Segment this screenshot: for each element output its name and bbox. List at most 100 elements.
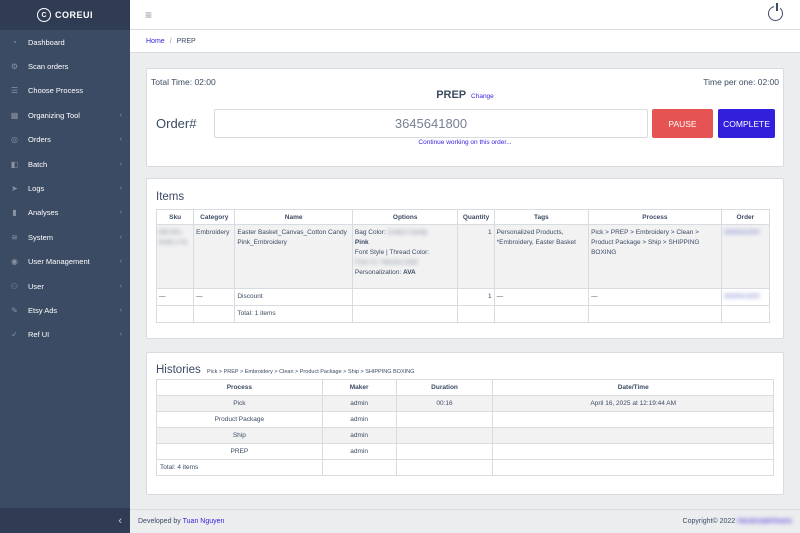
copyright-label: Copyright© 2022	[682, 518, 736, 525]
breadcrumb-separator: /	[169, 37, 172, 45]
sidebar-item-user-management[interactable]: ◉ User Management ‹	[0, 250, 130, 274]
sidebar-item-label: Dashboard	[28, 37, 65, 47]
column-header[interactable]: Quantity	[457, 209, 495, 225]
footer: Developed by Tuan Nguyen Copyright© 2022…	[130, 509, 800, 533]
history-maker: admin	[321, 427, 397, 444]
histories-table: Process Maker Duration Date/Time Pick ad…	[156, 379, 774, 476]
histories-heading: Histories	[156, 364, 201, 376]
sidebar-item-organizing-tool[interactable]: ▦ Organizing Tool ‹	[0, 103, 130, 127]
table-row: Product Package admin	[156, 411, 774, 428]
font-option-label: Font Style | Thread Color:	[354, 249, 430, 257]
column-header[interactable]: Category	[193, 209, 236, 225]
sidebar-item-logs[interactable]: ➤ Logs ‹	[0, 176, 130, 200]
column-header[interactable]: Tags	[493, 209, 590, 225]
items-total: Total: 1 items	[234, 305, 353, 324]
sidebar-minimize-button[interactable]: ‹	[0, 508, 130, 533]
chevron-left-icon: ‹	[119, 160, 122, 168]
items-table: Sku Category Name Options Quantity Tags …	[155, 209, 771, 324]
column-header[interactable]: Process	[588, 209, 722, 225]
sidebar-item-choose-process[interactable]: ☰ Choose Process	[0, 79, 130, 103]
column-header[interactable]: Options	[351, 209, 459, 225]
quantity-cell: 1	[457, 224, 495, 289]
power-logout-icon[interactable]	[768, 3, 783, 21]
chevron-left-icon: ‹	[119, 185, 122, 193]
process-cell: —	[588, 287, 722, 307]
column-header[interactable]: Process	[156, 379, 323, 396]
history-maker: admin	[321, 395, 397, 412]
complete-button[interactable]: COMPLETE	[718, 109, 775, 138]
globe-icon: ◉	[11, 257, 18, 267]
hamburger-menu-icon[interactable]: ≡	[145, 8, 152, 22]
name-cell: Discount	[234, 287, 353, 307]
bag-color-value: Pink	[354, 239, 369, 247]
history-duration	[395, 411, 494, 428]
breadcrumb-home-link[interactable]: Home	[146, 38, 165, 45]
column-header[interactable]: Maker	[321, 379, 397, 396]
chevron-left-icon: ‹	[119, 136, 122, 144]
font-option-value: Font #1 / Mocha Gold	[354, 259, 418, 267]
brand-name: COREUI	[54, 10, 93, 20]
sidebar-item-ref-ui[interactable]: ✓ Ref UI ‹	[0, 323, 130, 347]
sidebar-item-etsy-ads[interactable]: ✎ Etsy Ads ‹	[0, 298, 130, 322]
sidebar-item-analyses[interactable]: ▮ Analyses ‹	[0, 201, 130, 225]
history-datetime	[492, 427, 774, 444]
brand[interactable]: C COREUI	[0, 0, 130, 30]
column-header[interactable]: Order	[720, 209, 771, 225]
sidebar-item-label: Orders	[28, 135, 51, 145]
pause-button[interactable]: PAUSE	[652, 109, 713, 138]
items-header-row: Sku Category Name Options Quantity Tags …	[155, 209, 771, 225]
sku-line: EB-001-	[159, 229, 183, 236]
table-row: Ship admin	[156, 427, 774, 444]
sidebar-item-batch[interactable]: ◧ Batch ‹	[0, 152, 130, 176]
chevron-left-icon: ‹	[119, 209, 122, 217]
order-label: Order#	[156, 116, 197, 131]
name-cell: Easter Basket_Canvas_Cotton Candy Pink_E…	[234, 224, 353, 289]
cursor-icon: ➤	[11, 184, 18, 194]
sidebar-item-dashboard[interactable]: ◔ Dashboard	[0, 30, 130, 54]
sidebar-item-system[interactable]: ≋ System ‹	[0, 225, 130, 249]
sidebar-item-scan-orders[interactable]: ⚙ Scan orders	[0, 54, 130, 78]
history-process: Ship	[156, 427, 323, 444]
chevron-left-icon: ‹	[119, 306, 122, 314]
chevron-left-icon: ‹	[119, 258, 122, 266]
column-header[interactable]: Date/Time	[492, 379, 774, 396]
breadcrumb: Home / PREP	[130, 30, 800, 53]
table-total-row: Total: 4 items	[156, 459, 774, 476]
developed-by-label: Developed by	[138, 518, 181, 525]
sidebar-item-user[interactable]: ⚇ User ‹	[0, 274, 130, 298]
sidebar-item-label: Analyses	[28, 208, 59, 218]
table-row: PREP admin	[156, 443, 774, 460]
process-cell: Pick > PREP > Embroidery > Clean > Produ…	[588, 224, 722, 289]
chevron-left-icon: ‹	[118, 514, 122, 527]
histories-total: Total: 4 items	[156, 459, 323, 476]
column-header[interactable]: Sku	[155, 209, 195, 225]
options-cell	[351, 287, 459, 307]
total-time: Total Time: 02:00	[151, 77, 216, 87]
process-title: PREP Change	[147, 89, 783, 101]
signal-icon: ≋	[11, 232, 18, 242]
column-header[interactable]: Duration	[395, 379, 494, 396]
list-icon: ☰	[10, 86, 19, 96]
order-link[interactable]: 3645641800	[724, 229, 760, 236]
bag-color-option: Bag Color: Cotton Candy	[354, 229, 428, 236]
footer-credit: Developed by Tuan Nguyen	[138, 518, 224, 525]
sidebar-item-label: Organizing Tool	[28, 110, 80, 120]
sidebar-item-label: Etsy Ads	[28, 305, 58, 315]
chevron-left-icon: ‹	[119, 282, 122, 290]
order-link[interactable]: 3645641800	[724, 293, 760, 300]
change-process-link[interactable]: Change	[471, 93, 494, 100]
table-row: EB-001- Emb-1-01 Embroidery Easter Baske…	[155, 224, 771, 289]
sidebar: C COREUI ◔ Dashboard ⚙ Scan orders ☰ Choose P…	[0, 0, 130, 533]
history-process: PREP	[156, 443, 323, 460]
sidebar-item-orders[interactable]: ◎ Orders ‹	[0, 128, 130, 152]
developer-link[interactable]: Tuan Nguyen	[183, 518, 225, 525]
order-number-input[interactable]	[214, 109, 648, 138]
continue-working-link[interactable]: Continue working on this order...	[147, 139, 783, 146]
history-duration	[395, 443, 494, 460]
column-header[interactable]: Name	[234, 209, 353, 225]
sidebar-item-label: Choose Process	[28, 86, 84, 96]
sku-cell: EB-001- Emb-1-01	[155, 224, 195, 289]
owner-link[interactable]: HandmadeHearts	[737, 518, 792, 525]
chevron-left-icon: ‹	[119, 111, 122, 119]
breadcrumb-current: PREP	[176, 37, 196, 45]
